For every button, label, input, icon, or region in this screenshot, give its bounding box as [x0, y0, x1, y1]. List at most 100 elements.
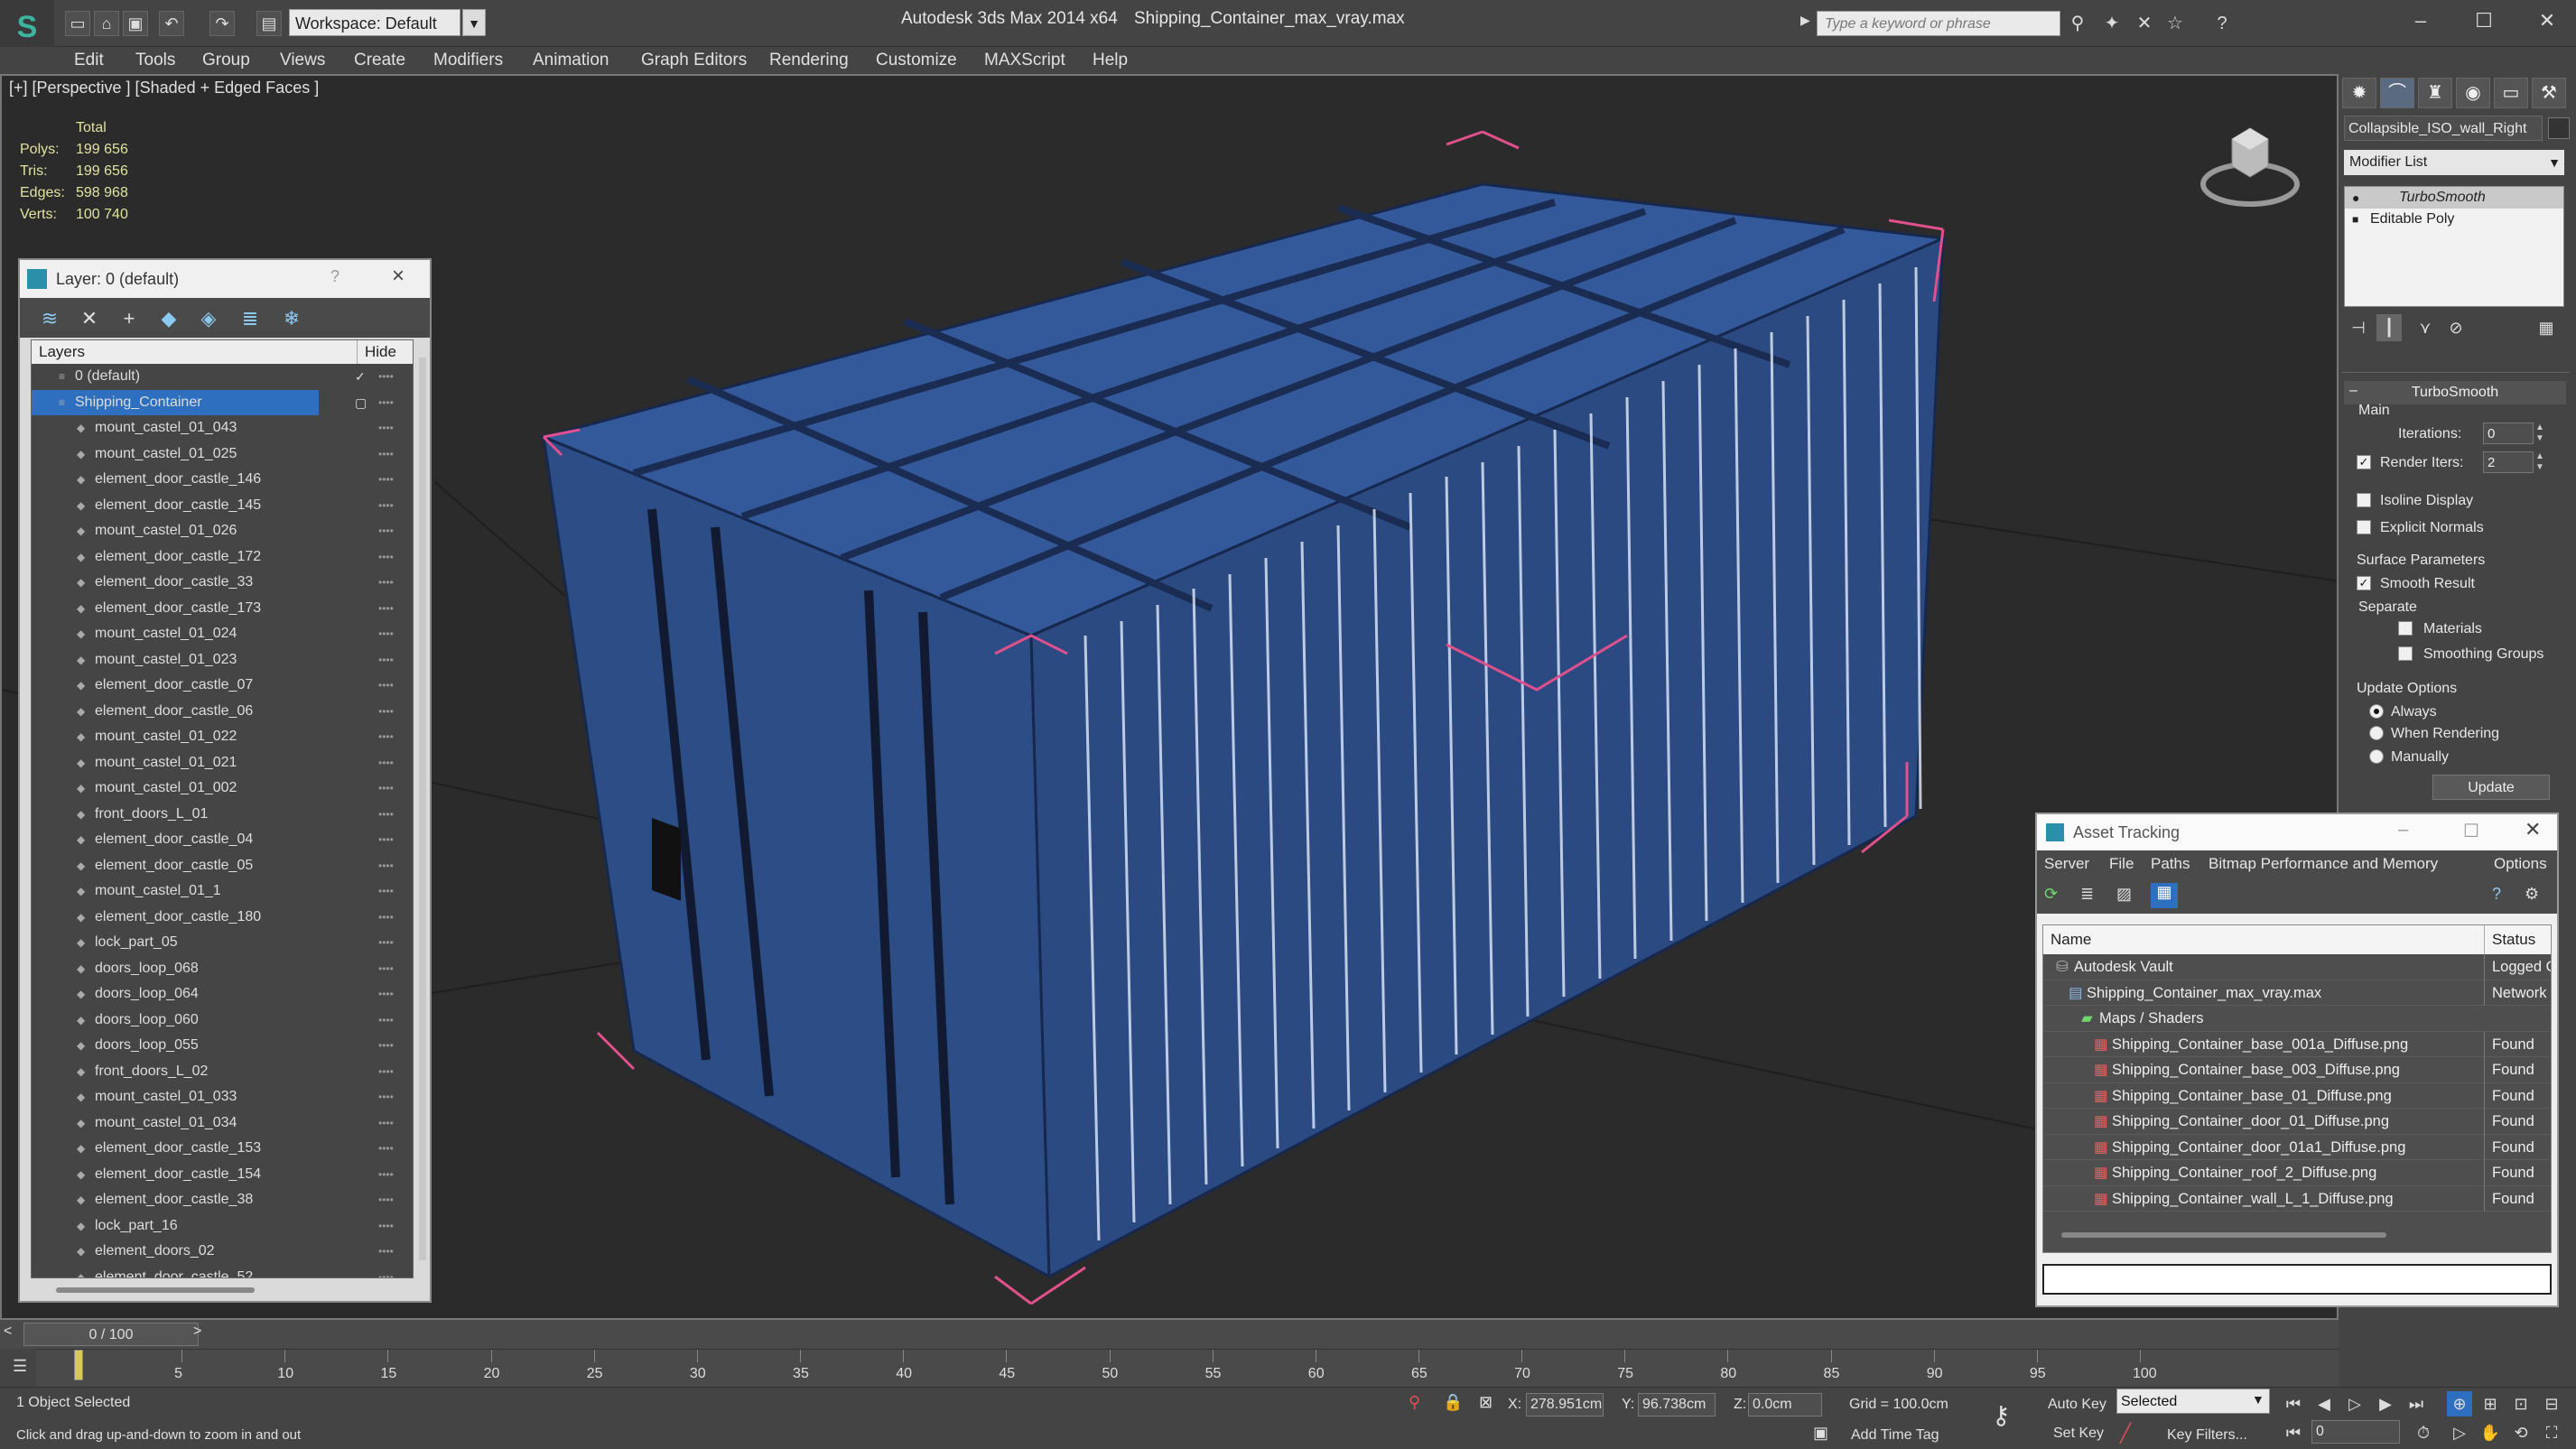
- create-tab-icon[interactable]: ✹: [2342, 78, 2376, 108]
- asset-row[interactable]: ▤ Shipping_Container_max_vray.max Network …: [2043, 980, 2551, 1006]
- set-current-box-icon[interactable]: ▢: [355, 390, 367, 416]
- asset-row[interactable]: ▦ Shipping_Container_wall_L_1_Diffuse.png…: [2043, 1185, 2551, 1212]
- asset-help-icon[interactable]: ?: [2492, 885, 2514, 906]
- layers-stack-icon[interactable]: ≋: [38, 307, 61, 330]
- hide-toggle-icon[interactable]: ••••: [378, 827, 394, 853]
- isolate-pin-icon[interactable]: ⚲: [1409, 1393, 1420, 1412]
- hide-toggle-icon[interactable]: ••••: [378, 364, 394, 390]
- show-end-result-icon[interactable]: ┃: [2376, 314, 2402, 341]
- col-layers[interactable]: Layers: [39, 340, 85, 364]
- close-icon[interactable]: ✕: [2525, 5, 2570, 36]
- hide-toggle-icon[interactable]: ••••: [378, 1110, 394, 1137]
- isoline-display-checkbox[interactable]: [2357, 493, 2371, 507]
- search-input[interactable]: Type a keyword or phrase: [1817, 11, 2060, 36]
- go-to-start-icon[interactable]: ⏮: [2281, 1391, 2306, 1416]
- new-file-icon[interactable]: ▭: [65, 11, 90, 36]
- layer-help-icon[interactable]: ?: [330, 267, 339, 286]
- zoom-extents-all-icon[interactable]: ⊟: [2539, 1391, 2564, 1416]
- hide-toggle-icon[interactable]: ••••: [378, 699, 394, 725]
- asset-minimize-icon[interactable]: –: [2398, 820, 2408, 841]
- layer-row[interactable]: ◆ element_door_castle_05 ••••: [32, 853, 413, 879]
- save-file-icon[interactable]: ▣: [123, 11, 148, 36]
- make-unique-icon[interactable]: ⋎: [2413, 314, 2438, 341]
- layer-row[interactable]: ◆ doors_loop_060 ••••: [32, 1008, 413, 1034]
- manually-radio[interactable]: [2369, 749, 2384, 764]
- configure-sets-icon[interactable]: ▦: [2534, 314, 2559, 341]
- time-slider-thumb[interactable]: 0 / 100: [23, 1323, 199, 1346]
- modifier-list-dropdown[interactable]: Modifier List: [2344, 150, 2564, 175]
- layer-row[interactable]: ◆ element_door_castle_180 ••••: [32, 905, 413, 931]
- search-expand-icon[interactable]: ▶: [1800, 13, 1813, 34]
- menu-help[interactable]: Help: [1093, 47, 1128, 74]
- select-in-layer-icon[interactable]: ◆: [157, 307, 181, 330]
- smooth-result-checkbox[interactable]: ✓: [2357, 576, 2371, 590]
- menu-create[interactable]: Create: [354, 47, 405, 74]
- hide-all-icon[interactable]: ≣: [238, 307, 262, 330]
- hide-toggle-icon[interactable]: ••••: [378, 1265, 394, 1278]
- hide-toggle-icon[interactable]: ••••: [378, 1008, 394, 1034]
- menu-animation[interactable]: Animation: [533, 47, 609, 74]
- hierarchy-tab-icon[interactable]: ♜: [2418, 78, 2452, 108]
- key-mode-icon[interactable]: ⏮: [2281, 1420, 2306, 1445]
- hide-toggle-icon[interactable]: ••••: [378, 673, 394, 699]
- asset-row[interactable]: ▦ Shipping_Container_door_01_Diffuse.png F…: [2043, 1109, 2551, 1135]
- layer-row[interactable]: ◆ lock_part_16 ••••: [32, 1213, 413, 1240]
- layer-row[interactable]: ◆ mount_castel_01_024 ••••: [32, 621, 413, 647]
- layer-row[interactable]: ◆ mount_castel_01_002 ••••: [32, 776, 413, 802]
- iterations-spinner[interactable]: 0: [2483, 423, 2534, 444]
- x-coordinate-field[interactable]: 278.951cm: [1526, 1393, 1604, 1416]
- layer-row[interactable]: ◆ front_doors_L_02 ••••: [32, 1059, 413, 1085]
- rollout-collapse-icon[interactable]: –: [2349, 383, 2357, 399]
- pan-icon[interactable]: ✋: [2478, 1420, 2503, 1445]
- modify-tab-icon[interactable]: ⌒: [2380, 78, 2414, 108]
- layer-row[interactable]: ◆ element_door_castle_146 ••••: [32, 467, 413, 493]
- set-key-button[interactable]: Set Key: [2053, 1426, 2104, 1442]
- field-of-view-icon[interactable]: ▷: [2447, 1420, 2472, 1445]
- selected-chevron-icon[interactable]: ▼: [2252, 1392, 2264, 1407]
- favorites-star-icon[interactable]: ☆: [2163, 12, 2187, 35]
- stack-item-editable-poly[interactable]: ■ Editable Poly: [2345, 209, 2563, 230]
- asset-hscrollbar[interactable]: [2061, 1232, 2386, 1238]
- hide-toggle-icon[interactable]: ••••: [378, 467, 394, 493]
- hide-toggle-icon[interactable]: ••••: [378, 1059, 394, 1085]
- current-layer-check-icon[interactable]: ✓: [355, 364, 366, 390]
- layer-row[interactable]: ≡ 0 (default) ✓ ••••: [32, 364, 413, 390]
- asset-row[interactable]: ▦ Shipping_Container_roof_2_Diffuse.png Fo…: [2043, 1160, 2551, 1186]
- update-button[interactable]: Update: [2432, 775, 2550, 800]
- next-frame-icon[interactable]: ▶: [2373, 1391, 2398, 1416]
- undo-icon[interactable]: ↶: [159, 11, 184, 36]
- hide-toggle-icon[interactable]: ••••: [378, 596, 394, 622]
- layer-row[interactable]: ◆ mount_castel_01_033 ••••: [32, 1084, 413, 1110]
- hide-toggle-icon[interactable]: ••••: [378, 956, 394, 982]
- highlight-layer-icon[interactable]: ◈: [197, 307, 220, 330]
- asset-close-icon[interactable]: ✕: [2525, 818, 2541, 841]
- col-hide[interactable]: Hide: [357, 340, 396, 364]
- layer-row[interactable]: ◆ mount_castel_01_021 ••••: [32, 750, 413, 776]
- time-next-icon[interactable]: >: [193, 1324, 201, 1340]
- hide-toggle-icon[interactable]: ••••: [378, 905, 394, 931]
- maximize-viewport-icon[interactable]: ⛶: [2539, 1420, 2564, 1445]
- asset-row[interactable]: ▦ Shipping_Container_door_01a1_Diffuse.pn…: [2043, 1134, 2551, 1160]
- layer-close-icon[interactable]: ×: [392, 264, 405, 289]
- maximize-icon[interactable]: ☐: [2461, 5, 2506, 36]
- render-iters-checkbox[interactable]: ✓: [2357, 455, 2371, 469]
- layer-row[interactable]: ◆ front_doors_L_01 ••••: [32, 802, 413, 828]
- list-view-icon[interactable]: ≣: [2080, 885, 2102, 906]
- iterations-spinner-arrows-icon[interactable]: ▲ ▼: [2535, 423, 2544, 444]
- time-tag-icon[interactable]: ▣: [1813, 1424, 1828, 1443]
- layer-row[interactable]: ◆ element_door_castle_153 ••••: [32, 1136, 413, 1162]
- hide-toggle-icon[interactable]: ••••: [378, 724, 394, 750]
- menu-maxscript[interactable]: MAXScript: [984, 47, 1065, 74]
- layer-row[interactable]: ◆ element_door_castle_145 ••••: [32, 493, 413, 519]
- layer-row[interactable]: ◆ element_door_castle_07 ••••: [32, 673, 413, 699]
- layer-row[interactable]: ◆ element_doors_02 ••••: [32, 1239, 413, 1265]
- layer-row[interactable]: ≡ Shipping_Container ▢ ••••: [32, 389, 413, 416]
- menu-views[interactable]: Views: [280, 47, 325, 74]
- add-time-tag[interactable]: Add Time Tag: [1851, 1427, 1939, 1444]
- hide-toggle-icon[interactable]: ••••: [378, 878, 394, 905]
- asset-menu-paths[interactable]: Paths: [2151, 850, 2190, 878]
- object-name-field[interactable]: Collapsible_ISO_wall_Right: [2344, 116, 2543, 141]
- asset-row[interactable]: ▦ Shipping_Container_base_001a_Diffuse.pn…: [2043, 1031, 2551, 1057]
- layer-row[interactable]: ◆ doors_loop_055 ••••: [32, 1033, 413, 1059]
- layer-row[interactable]: ◆ mount_castel_01_043 ••••: [32, 415, 413, 441]
